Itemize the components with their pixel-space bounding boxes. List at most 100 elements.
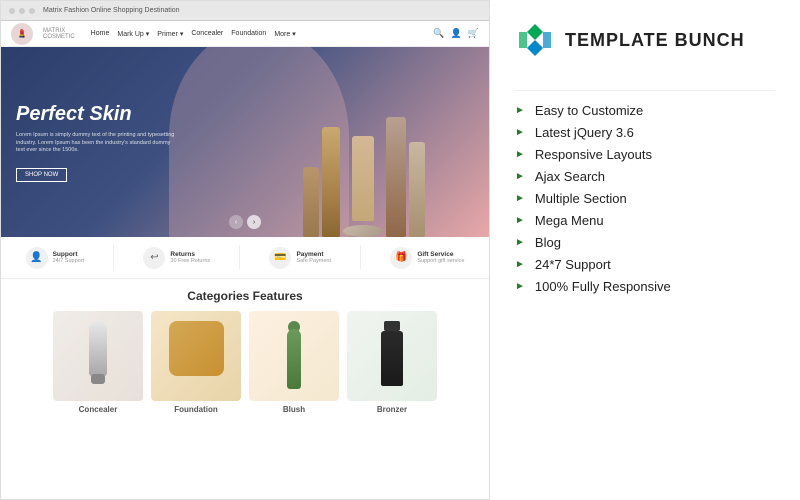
arrow-icon-3: ►	[515, 149, 525, 160]
returns-icon: ↩	[143, 247, 165, 269]
feature-returns: ↩ Returns 30 Free Returns	[143, 247, 210, 269]
gift-icon: 🎁	[390, 247, 412, 269]
nav-logo: MATRIX COSMETIC	[43, 28, 75, 40]
browser-dot-3	[29, 8, 35, 14]
feature-returns-sublabel: 30 Free Returns	[170, 258, 210, 264]
arrow-icon-1: ►	[515, 105, 525, 116]
browser-url: Matrix Fashion Online Shopping Destinati…	[43, 7, 180, 14]
nav-concealer[interactable]: Concealer	[191, 30, 223, 38]
feature-247-support: ► 24*7 Support	[515, 257, 775, 272]
feature-label-8: 24*7 Support	[535, 257, 611, 272]
next-arrow-button[interactable]: ›	[247, 215, 261, 229]
hero-desc: Lorem Ipsum is simply dummy text of the …	[16, 132, 176, 155]
feature-multiple-section: ► Multiple Section	[515, 191, 775, 206]
divider-2	[239, 245, 240, 270]
foundation-image	[151, 311, 241, 401]
foundation-label: Foundation	[174, 405, 218, 414]
product-group	[343, 136, 383, 237]
hero-cta-button[interactable]: SHOP NOW	[16, 168, 67, 182]
bronzer-bottle	[381, 331, 403, 386]
arrow-icon-6: ►	[515, 215, 525, 226]
feature-gift-label: Gift Service	[417, 251, 464, 258]
arrow-icon-2: ►	[515, 127, 525, 138]
right-panel: TEMPLATE BUNCH ► Easy to Customize ► Lat…	[490, 0, 800, 500]
concealer-tube	[89, 321, 107, 376]
support-icon: 👤	[26, 247, 48, 269]
bronzer-cap	[384, 321, 400, 331]
nav-bar: 💄 MATRIX COSMETIC Home Mark Up ▾ Primer …	[1, 21, 489, 47]
product-bottle-2	[322, 127, 340, 237]
feature-support-text: Support 24/7 Support	[53, 251, 85, 264]
nav-icons: 🔍 👤 🛒	[433, 28, 479, 39]
categories-section: Categories Features Concealer	[1, 279, 489, 499]
nav-primer[interactable]: Primer ▾	[157, 30, 183, 38]
prev-arrow-button[interactable]: ‹	[229, 215, 243, 229]
category-foundation[interactable]: Foundation	[151, 311, 241, 414]
feature-gift: 🎁 Gift Service Support gift service	[390, 247, 464, 269]
feature-label-3: Responsive Layouts	[535, 147, 652, 162]
feature-label-5: Multiple Section	[535, 191, 627, 206]
category-bronzer[interactable]: Bronzer	[347, 311, 437, 414]
feature-returns-label: Returns	[170, 251, 210, 258]
arrow-icon-4: ►	[515, 171, 525, 182]
category-blush[interactable]: Blush	[249, 311, 339, 414]
feature-label-2: Latest jQuery 3.6	[535, 125, 634, 140]
feature-fully-responsive: ► 100% Fully Responsive	[515, 279, 775, 294]
user-icon[interactable]: 👤	[451, 28, 462, 39]
nav-home[interactable]: Home	[91, 30, 110, 38]
product-bottles	[303, 117, 425, 237]
hero-products	[249, 52, 479, 237]
logo-divider	[515, 90, 775, 91]
product-bottle-1	[303, 167, 319, 237]
feature-label-9: 100% Fully Responsive	[535, 279, 671, 294]
product-bottle-4	[386, 117, 406, 237]
category-concealer[interactable]: Concealer	[53, 311, 143, 414]
browser-dot-2	[19, 8, 25, 14]
features-strip: 👤 Support 24/7 Support ↩ Returns 30 Free…	[1, 237, 489, 279]
categories-grid: Concealer Foundation	[11, 311, 479, 414]
foundation-product	[164, 321, 229, 391]
blush-image	[249, 311, 339, 401]
feature-support-label: Support	[53, 251, 85, 258]
product-compact	[343, 225, 383, 237]
feature-mega-menu: ► Mega Menu	[515, 213, 775, 228]
bronzer-image	[347, 311, 437, 401]
product-bottle-5	[409, 142, 425, 237]
arrow-icon-5: ►	[515, 193, 525, 204]
concealer-label: Concealer	[79, 405, 118, 414]
templatebunch-logo-icon	[515, 20, 555, 60]
hero-title: Perfect Skin	[16, 102, 176, 126]
nav-markup[interactable]: Mark Up ▾	[117, 30, 149, 38]
feature-ajax-search: ► Ajax Search	[515, 169, 775, 184]
blush-dropper	[287, 329, 301, 389]
feature-support: 👤 Support 24/7 Support	[26, 247, 85, 269]
feature-payment-label: Payment	[296, 251, 331, 258]
feature-support-sublabel: 24/7 Support	[53, 258, 85, 264]
concealer-cap	[91, 374, 105, 384]
templatebunch-logo-text: TEMPLATE BUNCH	[565, 30, 745, 51]
browser-dot-1	[9, 8, 15, 14]
nav-more[interactable]: More ▾	[274, 30, 295, 38]
feature-label-7: Blog	[535, 235, 561, 250]
nav-links: Home Mark Up ▾ Primer ▾ Concealer Founda…	[91, 30, 426, 38]
feature-label-4: Ajax Search	[535, 169, 605, 184]
foundation-compact	[169, 321, 224, 376]
nav-foundation[interactable]: Foundation	[231, 30, 266, 38]
cart-icon[interactable]: 🛒	[468, 28, 479, 39]
feature-gift-text: Gift Service Support gift service	[417, 251, 464, 264]
product-bottle-3	[352, 136, 374, 221]
search-icon[interactable]: 🔍	[433, 28, 444, 39]
arrow-icon-7: ►	[515, 237, 525, 248]
blush-label: Blush	[283, 405, 305, 414]
browser-bar: Matrix Fashion Online Shopping Destinati…	[1, 1, 489, 21]
feature-payment: 💳 Payment Safe Payment	[269, 247, 331, 269]
logo-section: TEMPLATE BUNCH	[515, 20, 775, 60]
feature-label-6: Mega Menu	[535, 213, 604, 228]
logo-icon: 💄	[11, 23, 33, 45]
feature-payment-text: Payment Safe Payment	[296, 251, 331, 264]
arrow-icon-8: ►	[515, 259, 525, 270]
feature-gift-sublabel: Support gift service	[417, 258, 464, 264]
payment-icon: 💳	[269, 247, 291, 269]
hero-arrows: ‹ ›	[229, 215, 261, 229]
arrow-icon-9: ►	[515, 281, 525, 292]
